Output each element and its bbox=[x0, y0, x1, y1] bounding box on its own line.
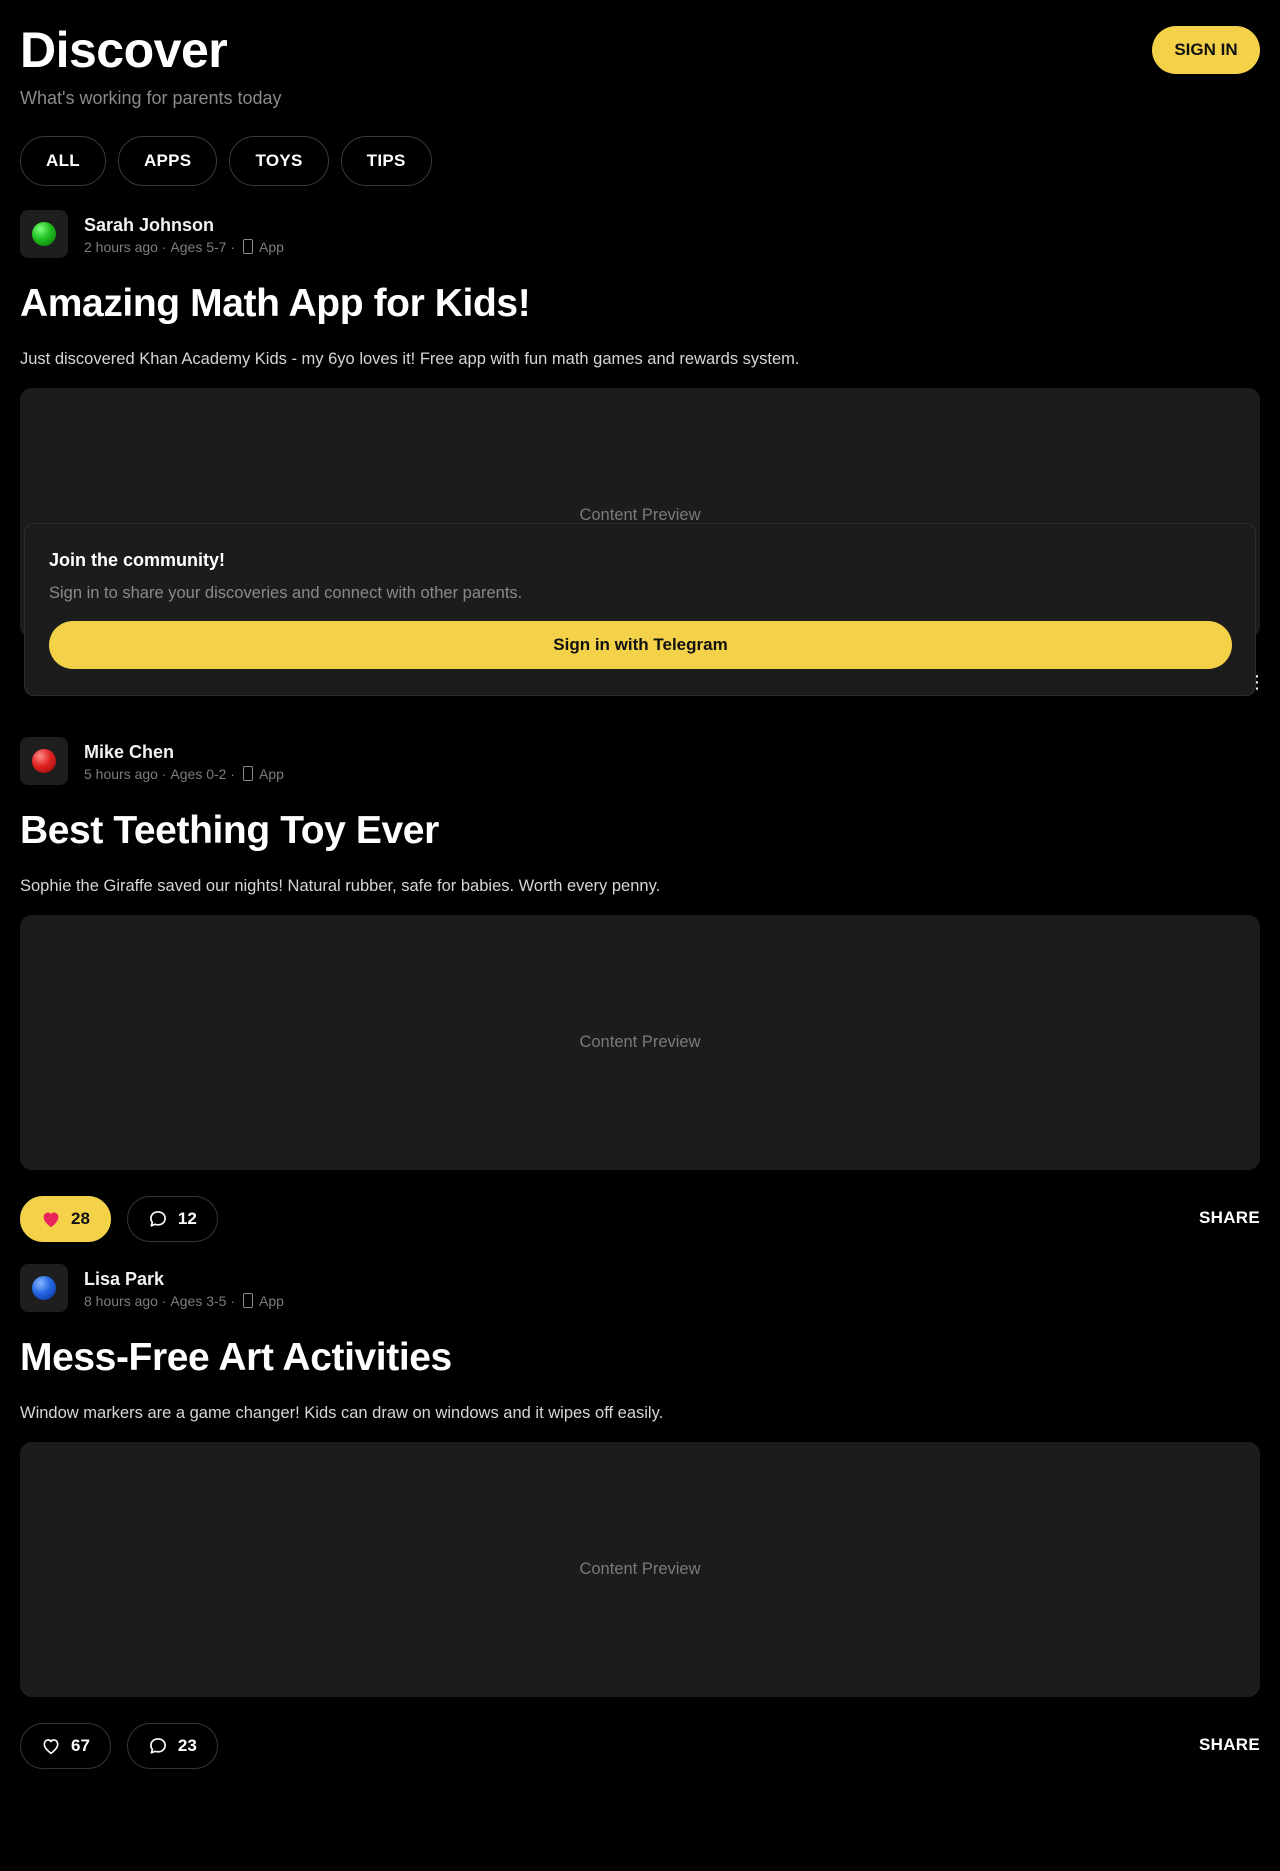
post-actions: 67 23 SHARE bbox=[20, 1723, 1260, 1769]
post-title[interactable]: Amazing Math App for Kids! bbox=[20, 280, 1260, 328]
post-title[interactable]: Mess-Free Art Activities bbox=[20, 1334, 1260, 1382]
filter-all[interactable]: ALL bbox=[20, 136, 106, 186]
prompt-text: Sign in to share your discoveries and co… bbox=[49, 584, 523, 602]
preview-label: Content Preview bbox=[579, 1560, 701, 1578]
post-author: Lisa Park 8 hours ago · Ages 3-5 · App bbox=[20, 1264, 1260, 1312]
preview-label: Content Preview bbox=[579, 1033, 701, 1051]
post-text: Sophie the Giraffe saved our nights! Nat… bbox=[20, 877, 661, 895]
comment-count: 23 bbox=[177, 1736, 197, 1755]
like-count: 67 bbox=[71, 1736, 90, 1755]
post-time: 2 hours ago bbox=[84, 238, 158, 255]
post-actions: 28 12 SHARE bbox=[20, 1196, 1260, 1242]
post-type: App bbox=[259, 765, 284, 782]
share-button[interactable]: SHARE bbox=[1199, 1208, 1260, 1228]
post-card: Mike Chen 5 hours ago · Ages 0-2 · App B… bbox=[20, 737, 1260, 1242]
post-ages: Ages 0-2 bbox=[170, 765, 227, 782]
post-time: 5 hours ago bbox=[84, 765, 158, 782]
post-text: Window markers are a game changer! Kids … bbox=[20, 1404, 664, 1422]
post-ages: Ages 5-7 bbox=[170, 238, 227, 255]
avatar[interactable] bbox=[20, 737, 68, 785]
avatar[interactable] bbox=[20, 1264, 68, 1312]
sign-in-prompt: Join the community! Sign in to share you… bbox=[24, 523, 1256, 696]
comment-button[interactable]: 12 bbox=[126, 1196, 218, 1242]
comment-count: 12 bbox=[177, 1209, 197, 1228]
header: Discover What's working for parents toda… bbox=[20, 20, 1260, 115]
content-preview[interactable]: Content Preview bbox=[20, 1442, 1260, 1697]
share-button[interactable]: SHARE bbox=[1199, 1735, 1260, 1755]
heart-filled-icon bbox=[43, 1212, 59, 1228]
author-name[interactable]: Lisa Park bbox=[84, 1268, 284, 1290]
filter-tabs: ALL APPS TOYS TIPS bbox=[20, 136, 432, 186]
prompt-title: Join the community! bbox=[49, 550, 226, 570]
phone-icon bbox=[243, 766, 254, 781]
post-time: 8 hours ago bbox=[84, 1292, 158, 1309]
post-ages: Ages 3-5 bbox=[170, 1292, 227, 1309]
phone-icon bbox=[243, 1293, 254, 1308]
blue-dot-icon bbox=[32, 1276, 56, 1300]
post-text: Just discovered Khan Academy Kids - my 6… bbox=[20, 350, 800, 368]
green-dot-icon bbox=[32, 222, 56, 246]
comment-icon bbox=[150, 1738, 166, 1754]
content-preview[interactable]: Content Preview bbox=[20, 915, 1260, 1170]
post-card: Lisa Park 8 hours ago · Ages 3-5 · App M… bbox=[20, 1264, 1260, 1769]
page-title: Discover bbox=[20, 22, 228, 78]
post-title[interactable]: Best Teething Toy Ever bbox=[20, 807, 1260, 855]
author-name[interactable]: Sarah Johnson bbox=[84, 214, 284, 236]
like-button[interactable]: 67 bbox=[20, 1723, 111, 1769]
more-icon: ⋮ bbox=[1248, 672, 1266, 692]
post-type: App bbox=[259, 238, 284, 255]
post-meta: 8 hours ago · Ages 3-5 · App bbox=[84, 1292, 284, 1309]
phone-icon bbox=[243, 239, 254, 254]
filter-toys[interactable]: TOYS bbox=[229, 136, 329, 186]
filter-tips[interactable]: TIPS bbox=[340, 136, 432, 186]
red-dot-icon bbox=[32, 749, 56, 773]
author-name[interactable]: Mike Chen bbox=[84, 741, 284, 763]
like-button[interactable]: 28 bbox=[20, 1196, 111, 1242]
comment-button[interactable]: 23 bbox=[126, 1723, 218, 1769]
filter-apps[interactable]: APPS bbox=[117, 136, 218, 186]
post-author: Sarah Johnson 2 hours ago · Ages 5-7 · A… bbox=[20, 210, 1260, 258]
comment-icon bbox=[150, 1211, 166, 1227]
sign-in-button[interactable]: SIGN IN bbox=[1152, 26, 1260, 74]
sign-in-telegram-button[interactable]: Sign in with Telegram bbox=[49, 621, 1232, 669]
post-author: Mike Chen 5 hours ago · Ages 0-2 · App bbox=[20, 737, 1260, 785]
post-type: App bbox=[259, 1292, 284, 1309]
like-count: 28 bbox=[71, 1209, 90, 1228]
post-meta: 5 hours ago · Ages 0-2 · App bbox=[84, 765, 284, 782]
avatar[interactable] bbox=[20, 210, 68, 258]
post-meta: 2 hours ago · Ages 5-7 · App bbox=[84, 238, 284, 255]
page-subtitle: What's working for parents today bbox=[20, 88, 282, 108]
heart-icon bbox=[43, 1739, 59, 1755]
